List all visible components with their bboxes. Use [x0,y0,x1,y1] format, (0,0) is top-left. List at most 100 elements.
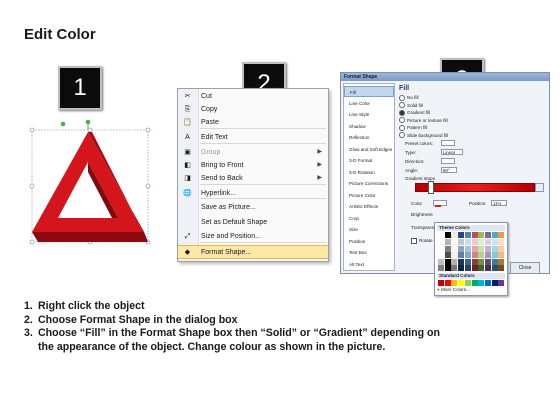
standard-color-swatch[interactable] [491,280,498,286]
theme-color-swatch[interactable] [471,265,478,272]
category-position[interactable]: Position [344,236,394,247]
theme-color-swatch[interactable] [491,258,498,265]
theme-color-swatch[interactable] [491,265,498,272]
category-reflection[interactable]: Reflection [344,132,394,143]
category-shadow[interactable]: Shadow [344,121,394,132]
theme-color-swatch[interactable] [471,258,478,265]
angle-input[interactable]: 90° [441,167,457,173]
color-picker-button[interactable] [433,200,447,207]
theme-color-swatch[interactable] [478,252,485,259]
theme-color-swatch[interactable] [498,232,505,238]
menu-item-group[interactable]: ▣ Group ▶ [178,146,328,159]
standard-color-swatch[interactable] [478,280,485,286]
theme-color-swatch[interactable] [478,232,485,238]
category-picture-corrections[interactable]: Picture Corrections [344,178,394,189]
standard-color-swatch[interactable] [484,280,491,286]
theme-color-swatch[interactable] [491,252,498,259]
theme-color-swatch[interactable] [478,265,485,272]
fill-option-gradient-fill[interactable]: Gradient fill [399,109,430,116]
category-3-d-format[interactable]: 3-D Format [344,155,394,166]
theme-color-swatch[interactable] [484,265,491,272]
theme-color-swatch[interactable] [484,239,491,245]
theme-color-swatch[interactable] [498,258,505,265]
standard-color-swatch[interactable] [438,280,444,286]
theme-color-swatch[interactable] [451,265,458,272]
theme-color-swatch[interactable] [498,239,505,245]
theme-color-swatch[interactable] [438,252,444,259]
theme-color-swatch[interactable] [464,232,471,238]
theme-color-swatch[interactable] [478,245,485,252]
category-crop[interactable]: Crop [344,213,394,224]
theme-color-swatch[interactable] [458,239,465,245]
add-stop-button[interactable] [535,183,544,192]
theme-color-swatch[interactable] [478,258,485,265]
position-input[interactable]: 11% [491,200,507,206]
theme-color-swatch[interactable] [444,258,451,265]
menu-item-format-shape[interactable]: ◆ Format Shape... [178,245,328,259]
theme-color-swatch[interactable] [444,265,451,272]
theme-color-swatch[interactable] [464,245,471,252]
theme-color-swatch[interactable] [444,239,451,245]
theme-color-swatch[interactable] [471,252,478,259]
preset-colors-dropdown[interactable] [441,140,455,146]
theme-color-swatch[interactable] [471,245,478,252]
adjust-handle[interactable] [85,119,91,125]
fill-option-pattern-fill[interactable]: Pattern fill [399,124,427,131]
theme-color-swatch[interactable] [458,245,465,252]
theme-color-swatch[interactable] [464,258,471,265]
menu-item-cut[interactable]: ✂ Cut [178,90,328,103]
menu-item-set-as-default-shape[interactable]: Set as Default Shape [178,216,328,229]
theme-color-swatch[interactable] [444,232,451,238]
category-fill[interactable]: Fill [344,86,394,97]
standard-color-swatch[interactable] [464,280,471,286]
theme-color-swatch[interactable] [478,239,485,245]
theme-color-swatch[interactable] [484,258,491,265]
theme-color-swatch[interactable] [464,265,471,272]
theme-color-swatch[interactable] [464,252,471,259]
theme-color-swatch[interactable] [451,258,458,265]
theme-color-swatch[interactable] [438,245,444,252]
rotate-checkbox[interactable] [411,238,417,244]
theme-color-swatch[interactable] [498,265,505,272]
radio-button[interactable] [399,102,405,109]
gradient-stop-handle[interactable] [428,181,434,194]
category-3-d-rotation[interactable]: 3-D Rotation [344,167,394,178]
category-alt-text[interactable]: Alt Text [344,259,394,270]
theme-color-swatch[interactable] [464,239,471,245]
type-dropdown[interactable]: Linear [441,149,463,155]
theme-color-swatch[interactable] [491,239,498,245]
category-artistic-effects[interactable]: Artistic Effects [344,201,394,212]
theme-color-swatch[interactable] [458,252,465,259]
radio-button[interactable] [399,94,405,101]
theme-color-swatch[interactable] [471,232,478,238]
theme-color-swatch[interactable] [451,252,458,259]
triangle-shape[interactable] [28,118,152,246]
theme-color-swatch[interactable] [484,232,491,238]
menu-item-copy[interactable]: ⎘ Copy [178,103,328,116]
theme-color-swatch[interactable] [458,258,465,265]
category-picture-color[interactable]: Picture Color [344,190,394,201]
theme-color-swatch[interactable] [438,239,444,245]
category-line-style[interactable]: Line Style [344,109,394,120]
rotation-handle[interactable] [60,121,66,127]
theme-color-swatch[interactable] [444,252,451,259]
standard-color-swatch[interactable] [498,280,505,286]
category-glow-and-soft-edges[interactable]: Glow and Soft Edges [344,144,394,155]
radio-button[interactable] [399,109,405,116]
radio-button[interactable] [399,132,405,139]
more-colors-link[interactable]: ● More Colors... [437,287,470,292]
direction-dropdown[interactable] [441,158,455,164]
theme-color-swatch[interactable] [438,232,444,238]
fill-option-no-fill[interactable]: No fill [399,94,419,101]
radio-button[interactable] [399,124,405,131]
standard-color-swatch[interactable] [471,280,478,286]
theme-color-swatch[interactable] [484,252,491,259]
standard-color-swatch[interactable] [451,280,458,286]
theme-color-swatch[interactable] [451,232,458,238]
theme-color-swatch[interactable] [458,265,465,272]
close-button[interactable]: Close [510,262,540,274]
theme-color-swatch[interactable] [491,232,498,238]
fill-option-picture-or-texture-fill[interactable]: Picture or texture fill [399,117,448,124]
category-line-color[interactable]: Line Color [344,98,394,109]
fill-option-slide-background-fill[interactable]: Slide background fill [399,132,448,139]
